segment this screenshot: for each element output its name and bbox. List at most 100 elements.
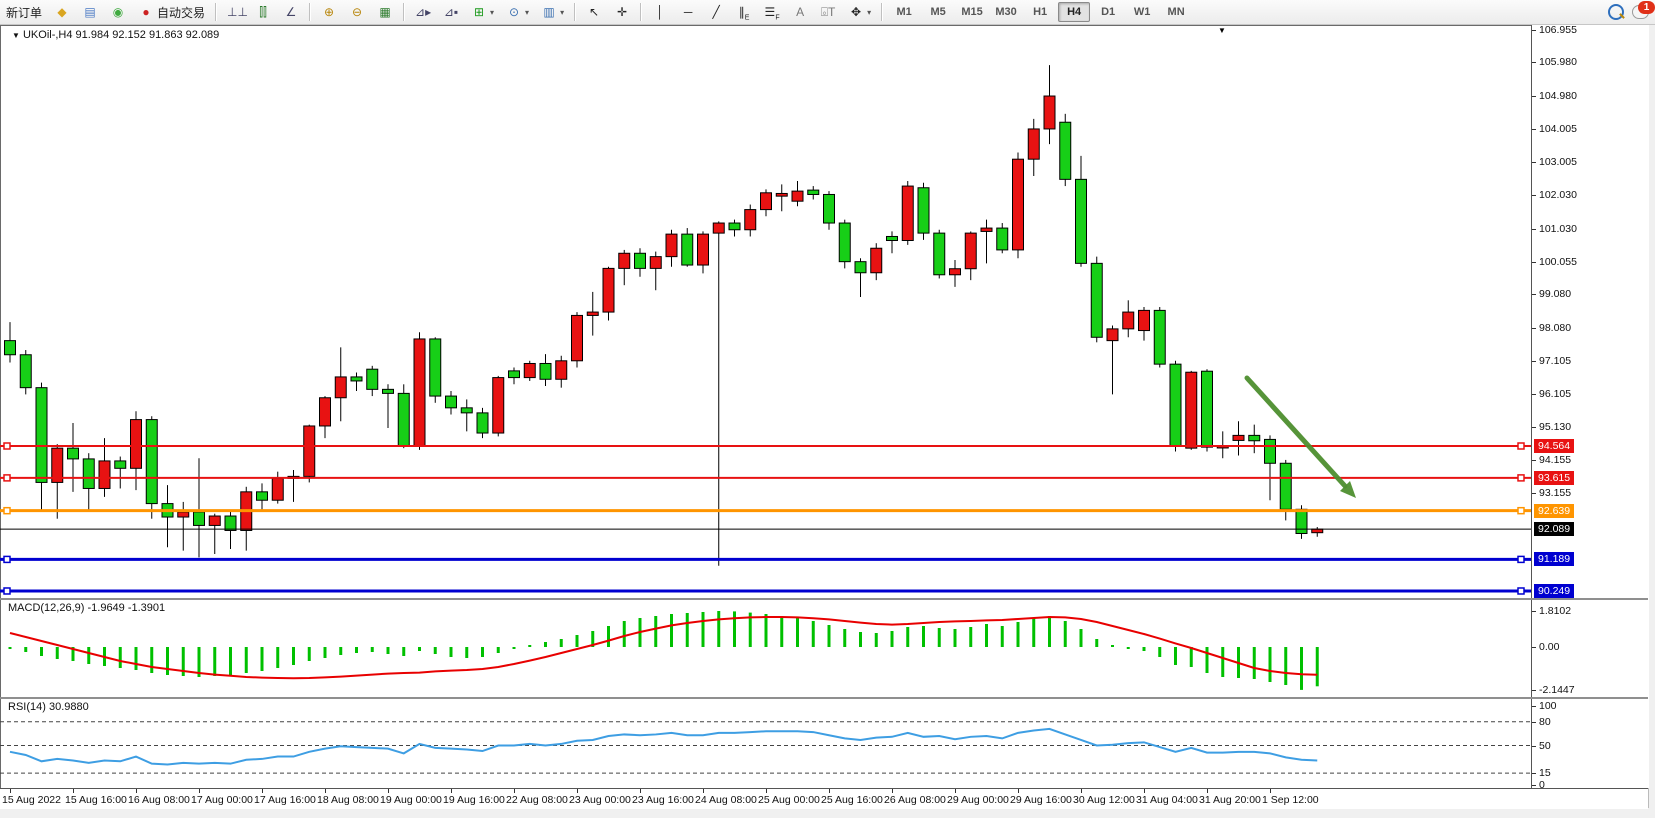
- new-order-button[interactable]: 新订单: [0, 1, 48, 24]
- candle[interactable]: [997, 228, 1008, 250]
- trend-arrow-annotation[interactable]: [1247, 378, 1345, 486]
- candle[interactable]: [934, 233, 945, 275]
- candle[interactable]: [729, 223, 740, 230]
- channel-icon[interactable]: ∥E: [730, 1, 758, 24]
- candle[interactable]: [902, 186, 913, 240]
- candle[interactable]: [509, 371, 520, 378]
- candle[interactable]: [950, 269, 961, 275]
- candle[interactable]: [1233, 435, 1244, 440]
- period-dropdown[interactable]: ⊙▾: [500, 1, 535, 24]
- notifications-icon[interactable]: 1: [1632, 5, 1649, 19]
- candle[interactable]: [99, 461, 110, 489]
- candle[interactable]: [918, 188, 929, 233]
- candle[interactable]: [1044, 96, 1055, 129]
- candle[interactable]: [981, 228, 992, 231]
- candle[interactable]: [209, 516, 220, 525]
- price-axis[interactable]: 106.955105.980104.980104.005103.005102.0…: [1531, 25, 1649, 788]
- candle[interactable]: [650, 257, 661, 269]
- candle[interactable]: [5, 341, 16, 355]
- candle[interactable]: [430, 339, 441, 396]
- trendline-icon[interactable]: ╱: [702, 1, 730, 24]
- candle[interactable]: [572, 315, 583, 360]
- candle[interactable]: [603, 268, 614, 312]
- line-handle[interactable]: [1518, 588, 1524, 594]
- candle[interactable]: [1296, 509, 1307, 533]
- candle[interactable]: [1139, 310, 1150, 330]
- tf-h4-button[interactable]: H4: [1058, 2, 1090, 22]
- candle[interactable]: [524, 363, 535, 377]
- text-icon[interactable]: A: [786, 1, 814, 24]
- zoom-out-icon[interactable]: ⊖: [343, 1, 371, 24]
- candle[interactable]: [824, 194, 835, 223]
- tf-w1-button[interactable]: W1: [1126, 2, 1158, 22]
- candle[interactable]: [635, 253, 646, 268]
- arrange-period-icon[interactable]: ⊿▸: [409, 1, 437, 24]
- chart-shift-marker-icon[interactable]: ▼: [1218, 26, 1226, 35]
- candle[interactable]: [745, 210, 756, 230]
- tf-m15-button[interactable]: M15: [956, 2, 988, 22]
- add-indicator-dropdown[interactable]: ⊞▾: [465, 1, 500, 24]
- zoom-in-icon[interactable]: ⊕: [315, 1, 343, 24]
- line-handle[interactable]: [1518, 443, 1524, 449]
- candle[interactable]: [335, 377, 346, 398]
- candle[interactable]: [493, 378, 504, 433]
- line-handle[interactable]: [4, 443, 10, 449]
- candle[interactable]: [792, 191, 803, 201]
- line-handle[interactable]: [1518, 508, 1524, 514]
- candle[interactable]: [36, 388, 47, 483]
- candle[interactable]: [1154, 310, 1165, 364]
- candle[interactable]: [414, 339, 425, 447]
- candle[interactable]: [1312, 529, 1323, 533]
- candle[interactable]: [225, 516, 236, 530]
- candle[interactable]: [713, 223, 724, 233]
- search-icon[interactable]: [1608, 4, 1624, 20]
- candle[interactable]: [1013, 159, 1024, 250]
- candle[interactable]: [587, 312, 598, 315]
- fibonacci-icon[interactable]: ☰F: [758, 1, 786, 24]
- candle[interactable]: [1028, 129, 1039, 159]
- candle[interactable]: [556, 361, 567, 379]
- tf-m30-button[interactable]: M30: [990, 2, 1022, 22]
- line-handle[interactable]: [4, 475, 10, 481]
- candle[interactable]: [761, 193, 772, 210]
- signals-icon[interactable]: ◉: [104, 1, 132, 24]
- crosshair-icon[interactable]: ✛: [608, 1, 636, 24]
- candle[interactable]: [839, 223, 850, 262]
- candle[interactable]: [1123, 312, 1134, 329]
- candle[interactable]: [1107, 329, 1118, 341]
- arrows-dropdown[interactable]: ✥▾: [842, 1, 877, 24]
- line-handle[interactable]: [1518, 475, 1524, 481]
- cursor-icon[interactable]: ↖: [580, 1, 608, 24]
- candle[interactable]: [115, 461, 126, 468]
- candle[interactable]: [808, 190, 819, 194]
- candle[interactable]: [304, 426, 315, 476]
- pane-separator[interactable]: [0, 598, 1648, 600]
- hline-icon[interactable]: ─: [674, 1, 702, 24]
- candlestick-chart-icon[interactable]: ⫿⫿: [249, 1, 277, 24]
- label-icon[interactable]: ⌻T: [814, 1, 842, 24]
- tf-m5-button[interactable]: M5: [922, 2, 954, 22]
- candle[interactable]: [1186, 372, 1197, 448]
- template-dropdown[interactable]: ▥▾: [535, 1, 570, 24]
- candle[interactable]: [68, 448, 79, 459]
- candle[interactable]: [20, 355, 31, 388]
- line-handle[interactable]: [4, 588, 10, 594]
- date-axis[interactable]: 15 Aug 202215 Aug 16:0016 Aug 08:0017 Au…: [0, 788, 1648, 809]
- tf-d1-button[interactable]: D1: [1092, 2, 1124, 22]
- tf-h1-button[interactable]: H1: [1024, 2, 1056, 22]
- line-chart-icon[interactable]: ∠: [277, 1, 305, 24]
- candle[interactable]: [398, 393, 409, 446]
- chart-title[interactable]: ▼ UKOil-,H4 91.984 92.152 91.863 92.089: [12, 29, 219, 41]
- candle[interactable]: [887, 236, 898, 240]
- candle[interactable]: [272, 478, 283, 500]
- candle[interactable]: [320, 398, 331, 426]
- candle[interactable]: [351, 377, 362, 381]
- candle[interactable]: [178, 512, 189, 517]
- line-handle[interactable]: [1518, 556, 1524, 562]
- deposit-icon[interactable]: ◆: [48, 1, 76, 24]
- candle[interactable]: [1280, 463, 1291, 509]
- arrange-symbol-icon[interactable]: ⊿▪: [437, 1, 465, 24]
- vline-icon[interactable]: │: [646, 1, 674, 24]
- pane-separator[interactable]: [0, 697, 1648, 699]
- candle[interactable]: [698, 234, 709, 265]
